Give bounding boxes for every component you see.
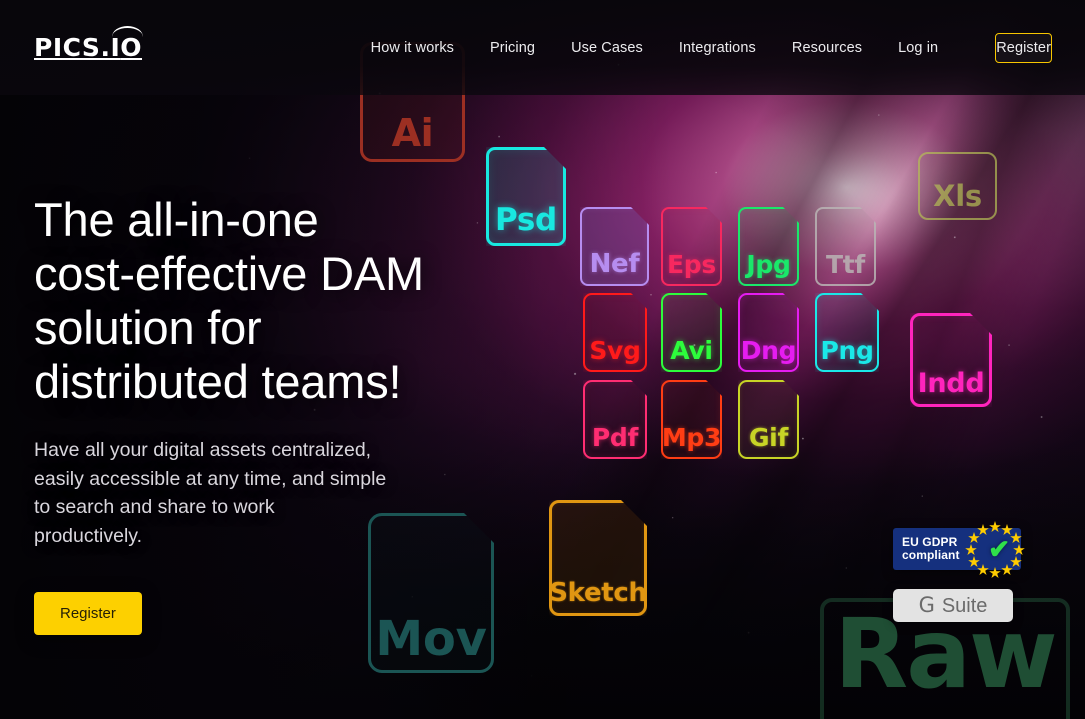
file-card-nef: Nef bbox=[580, 207, 649, 286]
file-card-svg: Svg bbox=[583, 293, 647, 372]
hero-copy-block: The all-in-one cost-effective DAM soluti… bbox=[34, 193, 534, 635]
nav-link-integrations[interactable]: Integrations bbox=[679, 34, 756, 62]
file-card-jpg: Jpg bbox=[738, 207, 799, 286]
main-navigation: How it works Pricing Use Cases Integrations… bbox=[371, 32, 1052, 63]
file-card-xls: Xls bbox=[918, 152, 997, 220]
file-card-label-gif: Gif bbox=[748, 423, 789, 452]
badge-eu-gdpr-compliant: ✔ EU GDPR compliant bbox=[893, 521, 1025, 578]
file-card-png: Png bbox=[815, 293, 879, 372]
hero-register-button[interactable]: Register bbox=[34, 592, 142, 635]
file-card-gif: Gif bbox=[738, 380, 799, 459]
nav-link-use-cases[interactable]: Use Cases bbox=[571, 34, 643, 62]
google-g-icon: G bbox=[918, 593, 935, 617]
file-card-label-xls: Xls bbox=[933, 179, 982, 213]
file-card-avi: Avi bbox=[661, 293, 722, 372]
file-card-label-pdf: Pdf bbox=[591, 423, 639, 452]
hero-section: Ai Psd Nef Eps Jpg Ttf Svg Avi Dng Png Pdf Mp3 Gif Xl… bbox=[0, 0, 1085, 719]
file-card-pdf: Pdf bbox=[583, 380, 647, 459]
file-card-label-avi: Avi bbox=[670, 336, 713, 365]
file-card-mp3: Mp3 bbox=[661, 380, 722, 459]
nav-link-pricing[interactable]: Pricing bbox=[490, 34, 535, 62]
file-card-label-mp3: Mp3 bbox=[661, 423, 722, 452]
file-card-label-jpg: Jpg bbox=[746, 250, 791, 279]
file-card-label-indd: Indd bbox=[917, 368, 985, 399]
nav-link-log-in[interactable]: Log in bbox=[898, 34, 938, 62]
file-card-label-dng: Dng bbox=[740, 336, 797, 365]
camera-arc-icon bbox=[112, 26, 144, 39]
logo-text: PICS.I bbox=[34, 33, 121, 62]
green-check-icon: ✔ bbox=[988, 534, 1010, 564]
file-card-sketch: Sketch bbox=[549, 500, 647, 616]
g-suite-label: Suite bbox=[941, 594, 988, 617]
file-card-label-eps: Eps bbox=[667, 250, 716, 279]
badge-g-suite: G Suite bbox=[893, 589, 1013, 622]
file-card-label-nef: Nef bbox=[589, 249, 640, 279]
nav-register-button[interactable]: Register bbox=[995, 32, 1052, 63]
hero-subtitle: Have all your digital assets centralized… bbox=[34, 439, 387, 547]
file-card-label-svg: Svg bbox=[589, 336, 641, 365]
file-card-dng: Dng bbox=[738, 293, 799, 372]
file-card-indd: Indd bbox=[910, 313, 992, 407]
file-card-label-ai: Ai bbox=[391, 111, 434, 155]
site-header: PICS.IO How it works Pricing Use Cases Inte… bbox=[0, 0, 1085, 95]
file-card-ttf: Ttf bbox=[815, 207, 876, 286]
page-title: The all-in-one cost-effective DAM soluti… bbox=[34, 193, 424, 408]
file-card-label-png: Png bbox=[820, 336, 874, 365]
nav-link-how-it-works[interactable]: How it works bbox=[371, 34, 454, 62]
gdpr-badge-text: EU GDPR compliant bbox=[902, 534, 960, 562]
file-card-eps: Eps bbox=[661, 207, 722, 286]
file-card-label-sketch: Sketch bbox=[549, 578, 647, 608]
picsio-logo[interactable]: PICS.IO bbox=[34, 26, 144, 62]
nav-link-resources[interactable]: Resources bbox=[792, 34, 862, 62]
file-card-label-ttf: Ttf bbox=[826, 250, 865, 279]
